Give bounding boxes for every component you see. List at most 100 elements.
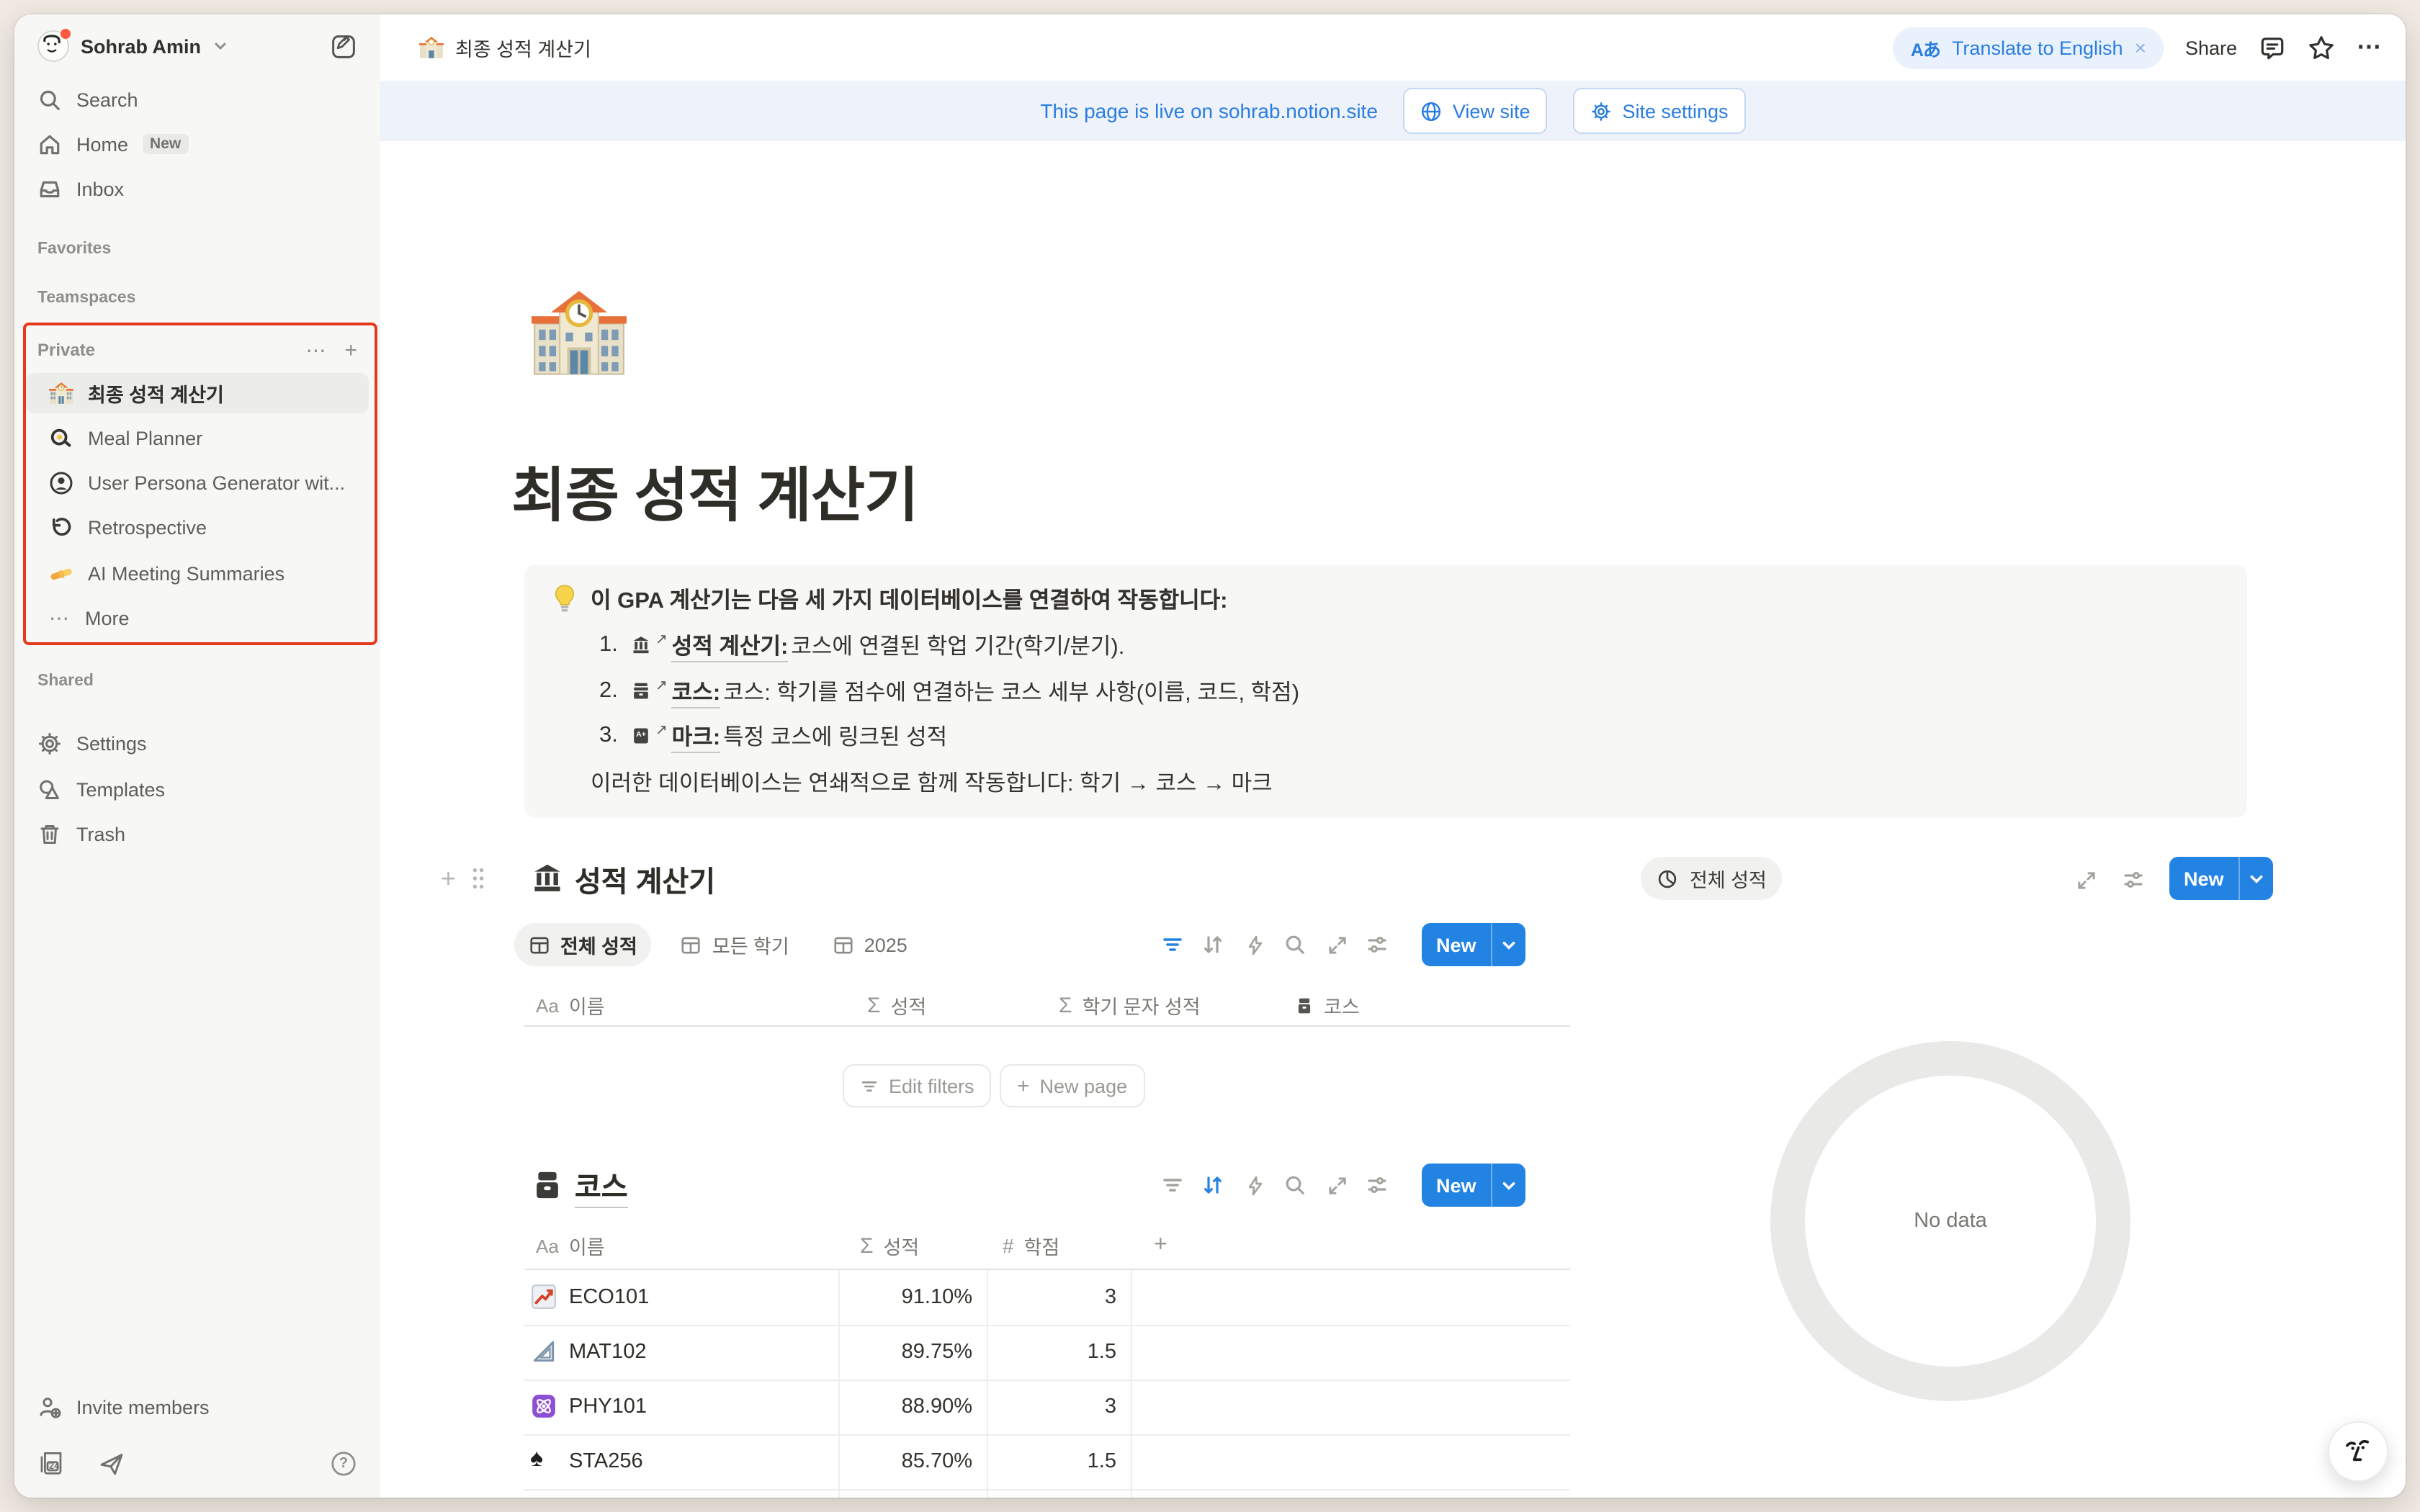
expand-icon[interactable]: [1317, 922, 1357, 968]
column-header-course-relation[interactable]: 코스: [1295, 985, 1360, 1025]
column-header-grade[interactable]: Σ성적: [860, 1225, 919, 1266]
chart-widget-tab[interactable]: 전체 성적: [1641, 857, 1783, 900]
mention-courses-db[interactable]: ↗ 코스:: [631, 675, 720, 708]
sliders-icon[interactable]: [2113, 857, 2154, 903]
section-favorites: Favorites: [37, 240, 111, 258]
grades-db-heading: 성적 계산기: [532, 858, 715, 899]
grades-new-button[interactable]: New: [1422, 923, 1525, 966]
callout-intro: 이 GPA 계산기는 다음 세 가지 데이터베이스를 연결하여 작동합니다:: [591, 582, 1228, 616]
section-teamspaces: Teamspaces: [37, 289, 135, 307]
sidebar-item-more[interactable]: ⋯ More: [26, 598, 369, 638]
mention-grades-db[interactable]: ↗ 성적 계산기:: [631, 629, 788, 662]
triangular-ruler-icon: [530, 1338, 557, 1365]
globe-icon: [1421, 100, 1443, 122]
courses-db-toolbar: New: [380, 1162, 1570, 1208]
column-header-grade[interactable]: Σ성적: [867, 985, 926, 1025]
section-private[interactable]: Private ⋯ +: [26, 330, 369, 370]
callout: 이 GPA 계산기는 다음 세 가지 데이터베이스를 연결하여 작동합니다: 1…: [524, 564, 2247, 818]
rotate-ccw-icon: [49, 515, 73, 539]
page-icon-school[interactable]: [532, 288, 627, 383]
sidebar-item-grade-calculator[interactable]: 최종 성적 계산기: [26, 373, 369, 413]
filter-icon: [860, 1076, 879, 1095]
sidebar-item-retrospective[interactable]: Retrospective: [26, 507, 369, 547]
chevron-down-icon: [212, 39, 227, 53]
banner-message: This page is live on sohrab.notion.site: [1040, 99, 1378, 122]
sliders-icon[interactable]: [1357, 1162, 1397, 1208]
lightning-icon[interactable]: [1234, 1162, 1275, 1208]
dots-icon: ⋯: [49, 606, 71, 630]
no-data-label: No data: [1914, 1210, 1987, 1233]
pie-chart-icon: [1657, 868, 1678, 889]
search-icon: [37, 87, 62, 112]
column-header-name[interactable]: Aa이름: [536, 1225, 605, 1266]
search-icon[interactable]: [1275, 922, 1315, 968]
filter-icon[interactable]: [1152, 922, 1193, 968]
frying-pan-icon: [49, 426, 73, 450]
table-row-phy101[interactable]: PHY101 88.90% 3: [524, 1380, 1570, 1434]
mention-marks-db[interactable]: A+ ↗ 마크:: [631, 719, 720, 752]
courses-new-button[interactable]: New: [1422, 1164, 1525, 1207]
callout-outro: 이러한 데이터베이스는 연쇄적으로 함께 작동합니다: 학기 → 코스 → 마크: [591, 765, 1273, 799]
new-dropdown-chevron[interactable]: [1491, 1164, 1525, 1207]
new-page-button[interactable]: + New page: [1000, 1064, 1144, 1107]
new-dropdown-chevron[interactable]: [1491, 923, 1525, 966]
column-header-name[interactable]: Aa이름: [536, 985, 605, 1025]
grades-db-icon: [631, 635, 651, 655]
column-header-credits[interactable]: #학점: [1003, 1225, 1059, 1266]
favorite-star-icon[interactable]: [2308, 34, 2335, 61]
drag-handle-icon[interactable]: [470, 867, 487, 890]
help-icon[interactable]: ?: [330, 1449, 357, 1477]
sidebar-item-trash[interactable]: Trash: [26, 814, 369, 854]
translate-pill[interactable]: Aあ Translate to English ×: [1894, 27, 2164, 68]
view-site-button[interactable]: View site: [1404, 88, 1548, 134]
paper-plane-icon[interactable]: [98, 1449, 125, 1477]
edit-filters-button[interactable]: Edit filters: [843, 1064, 992, 1107]
sort-icon[interactable]: [1193, 922, 1233, 968]
sidebar-item-search[interactable]: Search: [26, 79, 369, 120]
sidebar-item-templates[interactable]: Templates: [26, 769, 369, 809]
expand-icon[interactable]: [1317, 1162, 1357, 1208]
calendar-icon[interactable]: 24: [37, 1449, 66, 1477]
share-button[interactable]: Share: [2185, 37, 2237, 58]
notion-window: Sohrab Amin Search Home New Inbox Favori…: [14, 14, 2406, 1498]
workspace-switcher[interactable]: Sohrab Amin: [26, 26, 369, 66]
add-column-button[interactable]: +: [1154, 1225, 1168, 1266]
grades-db-toolbar: New: [380, 922, 1570, 968]
site-settings-button[interactable]: Site settings: [1573, 88, 1745, 134]
sidebar-item-user-persona[interactable]: User Persona Generator wit...: [26, 462, 369, 503]
sidebar-item-ai-meeting-summaries[interactable]: AI Meeting Summaries: [26, 553, 369, 593]
callout-item-3: 3. A+ ↗ 마크: 특정 코스에 링크된 성적: [599, 719, 947, 753]
invite-members-button[interactable]: Invite members: [26, 1387, 369, 1427]
sort-icon[interactable]: [1193, 1162, 1233, 1208]
sidebar-item-inbox[interactable]: Inbox: [26, 168, 369, 209]
atom-icon: [530, 1392, 557, 1420]
spade-icon: ♠: [530, 1444, 543, 1473]
private-more-icon[interactable]: ⋯: [305, 338, 327, 362]
sidebar-item-home[interactable]: Home New: [26, 124, 369, 164]
column-header-letter-grade[interactable]: Σ학기 문자 성적: [1059, 985, 1201, 1025]
comments-icon[interactable]: [2259, 34, 2286, 61]
person-plus-icon: [37, 1395, 62, 1419]
trash-icon: [37, 822, 62, 846]
compose-icon[interactable]: [330, 32, 357, 60]
add-block-icon[interactable]: +: [441, 864, 456, 894]
page-title: 최종 성적 계산기: [511, 446, 918, 533]
notion-ai-button[interactable]: [2328, 1421, 2388, 1482]
expand-icon[interactable]: [2066, 857, 2106, 903]
callout-item-1: 1. ↗ 성적 계산기: 코스에 연결된 학업 기간(학기/분기).: [599, 628, 1124, 662]
table-row-eco101[interactable]: ECO101 91.10% 3: [524, 1270, 1570, 1325]
sidebar-item-meal-planner[interactable]: Meal Planner: [26, 418, 369, 458]
private-add-icon[interactable]: +: [344, 338, 357, 362]
lightning-icon[interactable]: [1234, 922, 1275, 968]
table-row-sta256[interactable]: ♠ STA256 85.70% 1.5: [524, 1434, 1570, 1489]
close-icon[interactable]: ×: [2135, 36, 2146, 59]
sidebar-item-settings[interactable]: Settings: [26, 723, 369, 763]
chart-new-button[interactable]: New: [2169, 857, 2273, 900]
table-row-mat102[interactable]: MAT102 89.75% 1.5: [524, 1325, 1570, 1380]
new-dropdown-chevron[interactable]: [2238, 857, 2273, 900]
sliders-icon[interactable]: [1357, 922, 1397, 968]
more-options-icon[interactable]: ⋯: [2357, 33, 2383, 62]
filter-icon[interactable]: [1152, 1162, 1193, 1208]
avatar: [37, 30, 69, 62]
search-icon[interactable]: [1275, 1162, 1315, 1208]
